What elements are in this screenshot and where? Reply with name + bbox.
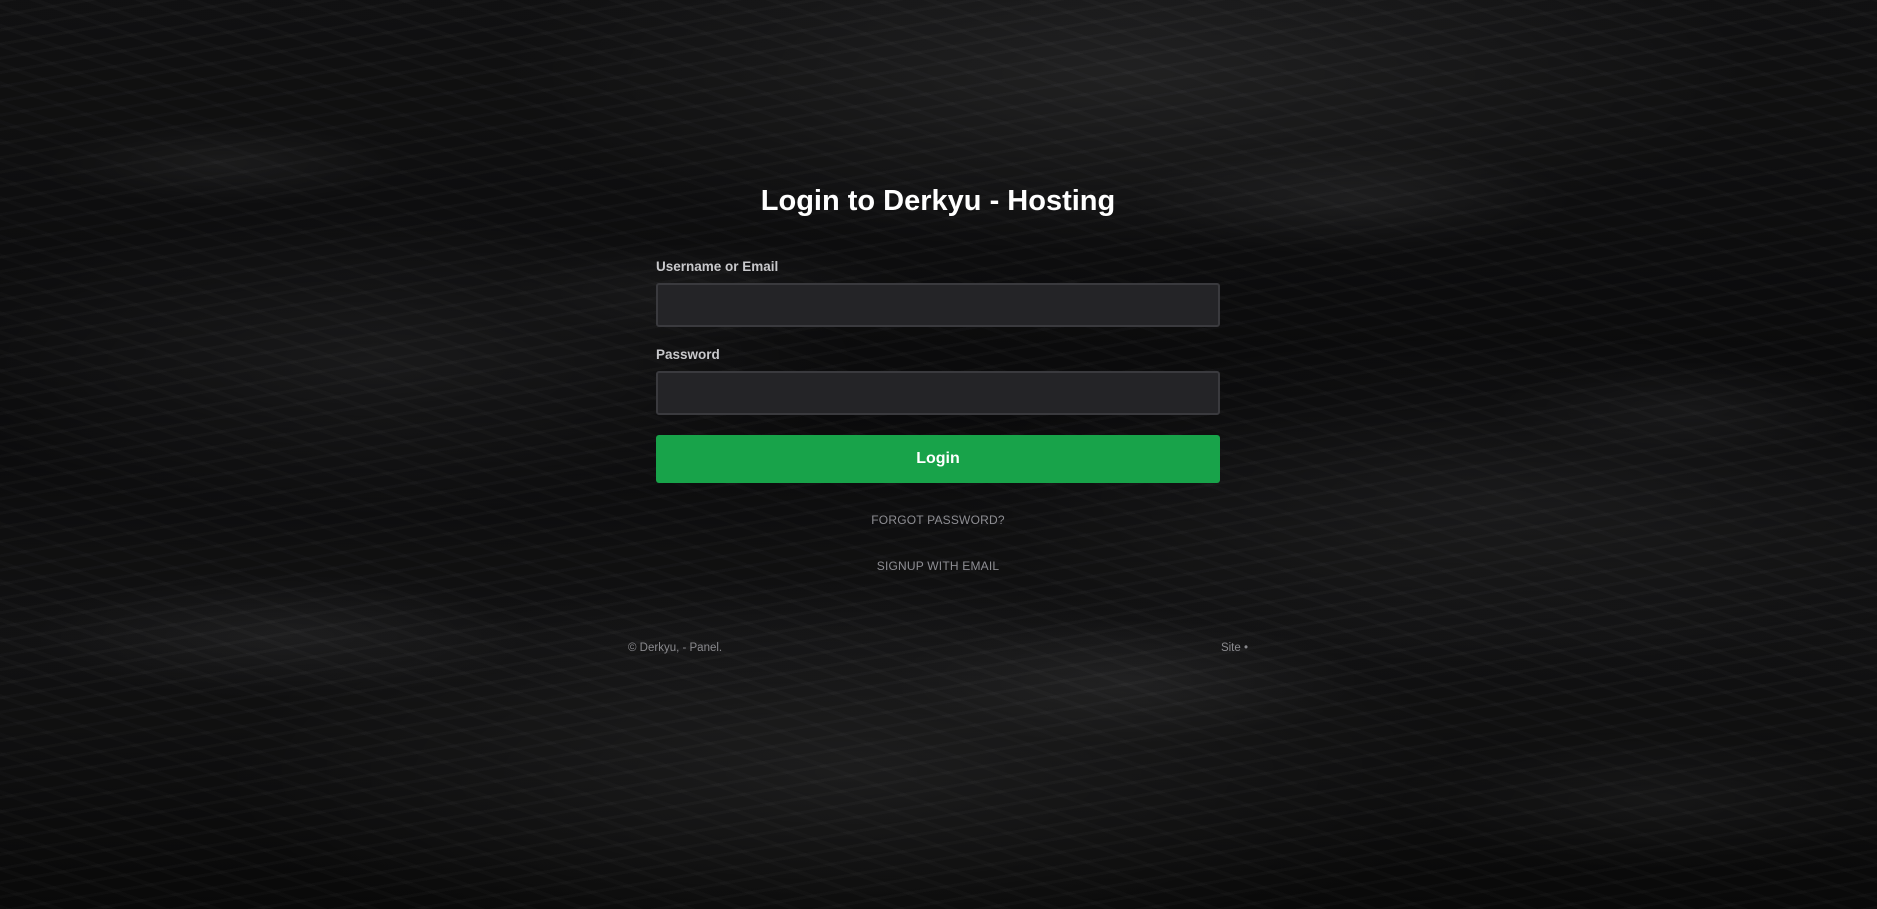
password-input[interactable] [656, 371, 1220, 415]
password-field-group: Password [656, 347, 1220, 415]
footer-links: Site • [1221, 642, 1248, 654]
signup-link[interactable]: SIGNUP WITH EMAIL [877, 559, 1000, 573]
login-form: Login to Derkyu - Hosting Username or Em… [656, 180, 1220, 575]
signup-row: SIGNUP WITH EMAIL [656, 557, 1220, 575]
footer-separator: • [1243, 642, 1248, 654]
username-field-group: Username or Email [656, 259, 1220, 327]
login-button[interactable]: Login [656, 435, 1220, 483]
page-title: Login to Derkyu - Hosting [760, 185, 1116, 217]
forgot-password-row: FORGOT PASSWORD? [656, 511, 1220, 529]
site-link[interactable]: Site [1221, 642, 1241, 654]
forgot-password-link[interactable]: FORGOT PASSWORD? [871, 513, 1004, 527]
username-input[interactable] [656, 283, 1220, 327]
username-label: Username or Email [656, 259, 779, 274]
login-page: { "page": { "title": "Login to Derkyu - … [0, 0, 1877, 909]
footer-copyright: © Derkyu, - Panel. [628, 642, 723, 654]
password-label: Password [656, 347, 720, 362]
